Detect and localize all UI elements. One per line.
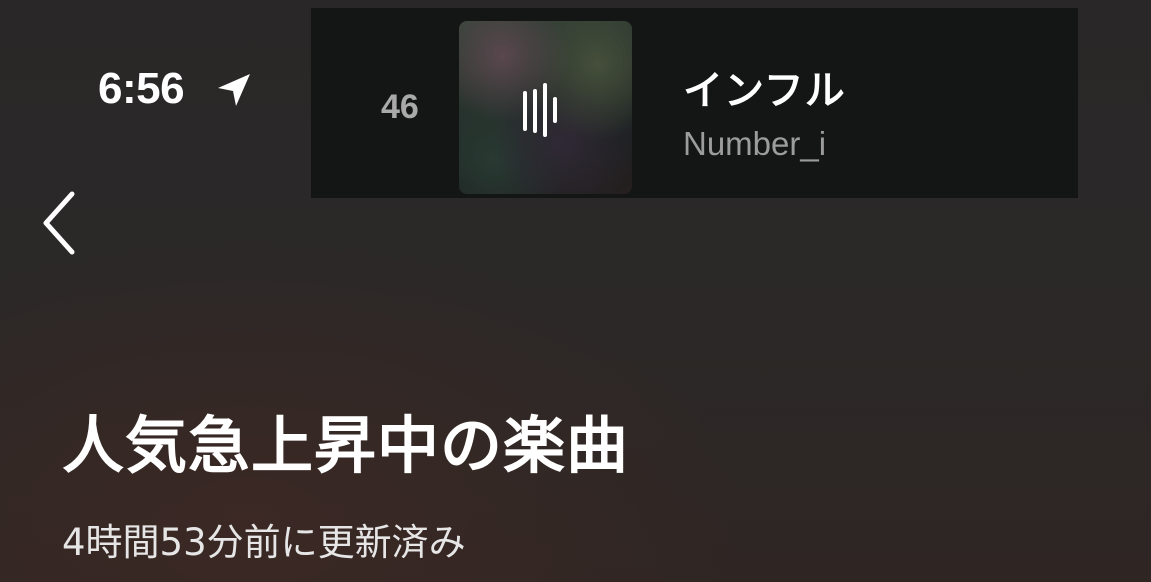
location-arrow-icon <box>218 74 250 106</box>
updated-timestamp: 4時間53分前に更新済み <box>62 521 466 564</box>
album-artwork[interactable] <box>459 21 632 194</box>
artist-name: Number_i <box>683 125 827 162</box>
song-title: インフル <box>683 68 846 114</box>
page-title: 人気急上昇中の楽曲 <box>62 409 630 482</box>
status-time: 6:56 <box>98 64 185 113</box>
now-playing-banner[interactable]: 46 インフル Number_i <box>311 8 1078 198</box>
now-playing-bars-icon <box>523 83 557 137</box>
chevron-left-icon[interactable] <box>38 188 84 258</box>
chart-rank: 46 <box>381 88 419 126</box>
screen: 6:56 46 インフル Number_i 人気急上昇中の楽曲 4時間53分前に… <box>0 0 1151 582</box>
